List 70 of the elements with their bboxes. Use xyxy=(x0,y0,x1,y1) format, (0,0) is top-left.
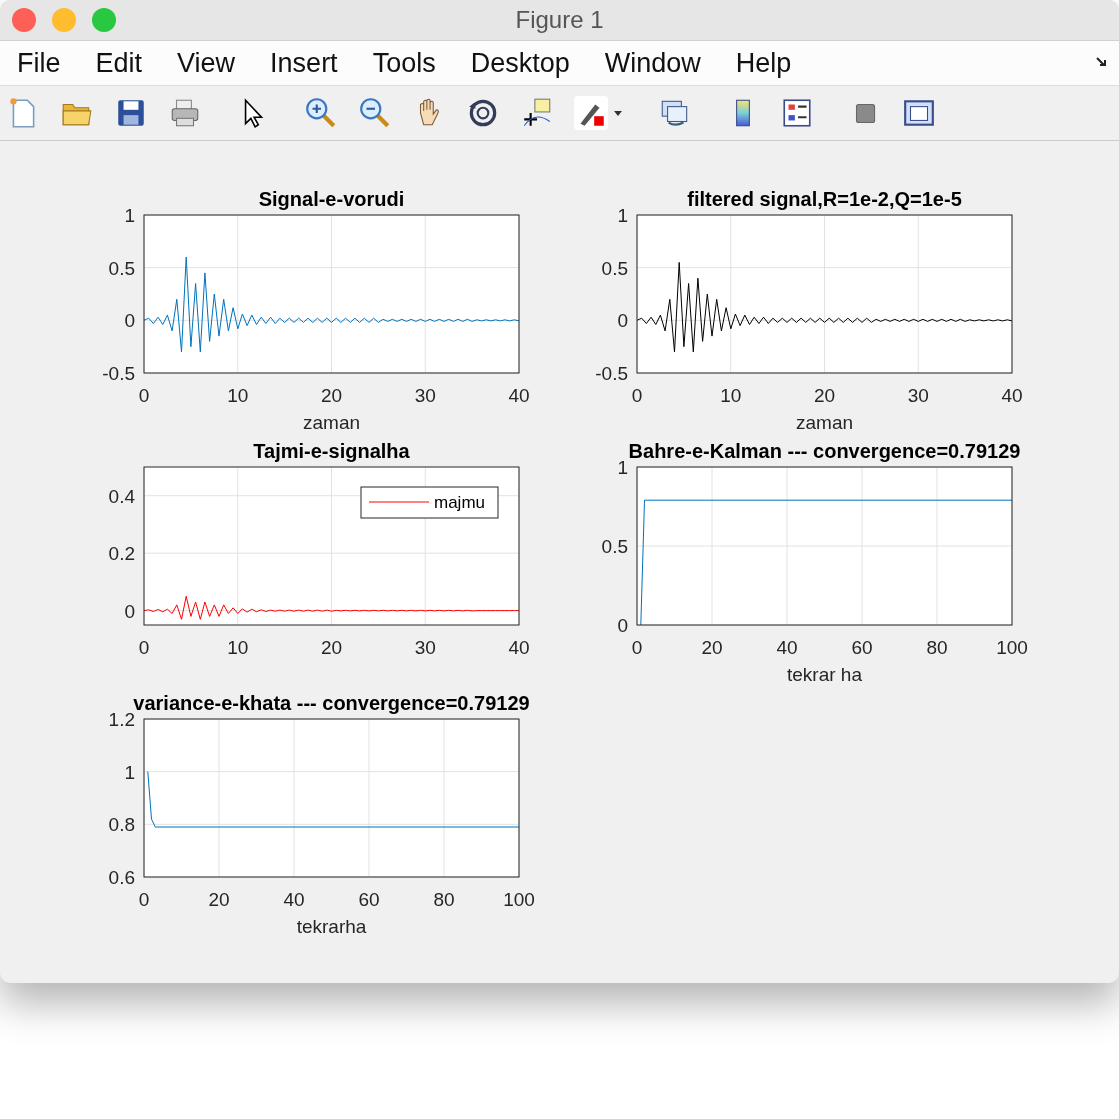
tick-label: 1 xyxy=(124,761,135,783)
tick-label: 1 xyxy=(617,205,628,226)
menu-item[interactable]: Window xyxy=(604,47,701,79)
menu-item[interactable]: Tools xyxy=(372,47,436,79)
tick-label: 100 xyxy=(996,637,1028,658)
tick-label: 1 xyxy=(124,205,135,226)
tick-label: 40 xyxy=(508,385,530,406)
menu-item[interactable]: Desktop xyxy=(470,47,570,79)
menu-item[interactable]: Help xyxy=(735,47,792,79)
tick-label: 60 xyxy=(358,889,380,910)
tick-label: 40 xyxy=(1001,385,1023,406)
tick-label: 0.4 xyxy=(108,485,135,507)
axis-label: tekrarha xyxy=(296,916,367,937)
axis-label: zaman xyxy=(303,412,360,433)
chart-title: variance-e-khata --- convergence=0.79129 xyxy=(133,692,530,714)
tick-label: 30 xyxy=(907,385,929,406)
tick-label: 1 xyxy=(617,457,628,478)
tick-label: 20 xyxy=(813,385,836,406)
tick-label: 40 xyxy=(283,889,305,910)
tick-label: 0.5 xyxy=(601,536,628,557)
window-title: Figure 1 xyxy=(515,6,604,34)
tick-label: 0.8 xyxy=(108,814,135,836)
tick-label: 0 xyxy=(124,310,135,332)
zoom-out-icon[interactable] xyxy=(358,96,392,130)
tick-label: 0.5 xyxy=(601,257,628,279)
tick-label: 0 xyxy=(138,637,150,658)
legend: majmu xyxy=(360,486,499,519)
tick-label: 20 xyxy=(208,889,230,910)
brush-icon[interactable] xyxy=(574,96,608,130)
tick-label: 30 xyxy=(414,385,436,406)
chart-title: Tajmi-e-signalha xyxy=(253,440,410,462)
tick-label: 0 xyxy=(617,310,628,332)
tick-label: 60 xyxy=(851,637,873,658)
tick-label: 80 xyxy=(433,889,455,910)
axis-label: tekrar ha xyxy=(787,664,862,685)
tick-label: 10 xyxy=(227,385,249,406)
chart-title: Bahre-e-Kalman --- convergence=0.79129 xyxy=(628,440,1021,462)
tick-label: 40 xyxy=(508,637,530,658)
menu-item[interactable]: Edit xyxy=(95,47,143,79)
tick-label: 40 xyxy=(776,637,798,658)
tick-label: 0 xyxy=(138,385,150,406)
tick-label: 0.2 xyxy=(108,543,135,565)
tick-label: 0 xyxy=(138,889,150,910)
menu-item[interactable]: View xyxy=(177,47,236,79)
tick-label: 0 xyxy=(631,385,643,406)
chart-title: Signal-e-vorudi xyxy=(258,188,405,210)
legend-label: majmu xyxy=(434,493,486,512)
tick-label: 20 xyxy=(320,637,343,658)
tick-label: 0 xyxy=(617,615,628,636)
menu-item[interactable]: Insert xyxy=(270,47,338,79)
tick-label: -0.5 xyxy=(595,363,628,384)
tick-label: 0.5 xyxy=(108,257,135,279)
tick-label: 10 xyxy=(227,637,249,658)
tick-label: 20 xyxy=(701,637,723,658)
tick-label: -0.5 xyxy=(102,363,135,384)
tick-label: 1.2 xyxy=(108,709,135,730)
tick-label: 0.6 xyxy=(108,867,135,888)
legend-icon[interactable] xyxy=(780,96,814,130)
tick-label: 80 xyxy=(926,637,948,658)
tick-label: 100 xyxy=(503,889,535,910)
chart-title: filtered signal,R=1e-2,Q=1e-5 xyxy=(687,188,962,210)
axis-label: zaman xyxy=(796,412,853,433)
tick-label: 10 xyxy=(720,385,742,406)
tick-label: 0 xyxy=(631,637,643,658)
tick-label: 0 xyxy=(124,600,135,622)
tick-label: 30 xyxy=(414,637,436,658)
tick-label: 20 xyxy=(320,385,343,406)
menu-item[interactable]: File xyxy=(17,47,61,79)
zoom-in-icon[interactable] xyxy=(304,96,338,130)
dock-icon[interactable] xyxy=(1095,55,1109,69)
